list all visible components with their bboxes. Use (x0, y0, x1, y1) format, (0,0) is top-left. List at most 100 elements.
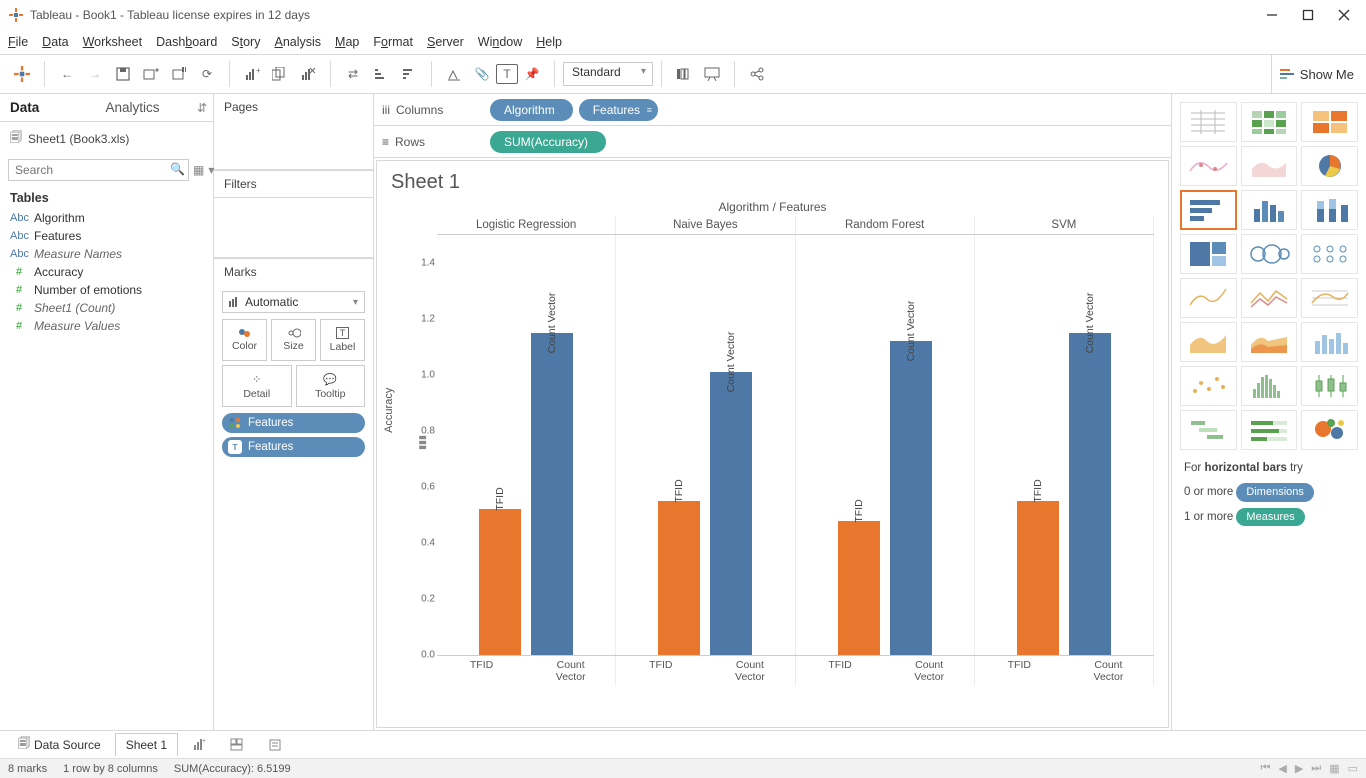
viz-type-17[interactable] (1301, 322, 1358, 362)
new-worksheet-button[interactable]: + (238, 60, 266, 88)
refresh-button[interactable]: ⟳ (193, 60, 221, 88)
viz-type-14[interactable] (1301, 278, 1358, 318)
pause-updates-button[interactable] (165, 60, 193, 88)
minimize-button[interactable] (1266, 9, 1278, 21)
tab-data[interactable]: Data (0, 94, 96, 121)
bar-logistic-regression-count-vector[interactable]: Count Vector (531, 333, 573, 655)
bar-logistic-regression-tfid[interactable]: TFID (479, 509, 521, 655)
swap-button[interactable]: ⇄ (339, 60, 367, 88)
menu-server[interactable]: Server (427, 35, 464, 49)
menu-data[interactable]: Data (42, 35, 68, 49)
filmstrip-icon[interactable]: ▭ (1348, 762, 1358, 775)
menu-help[interactable]: Help (536, 35, 562, 49)
new-worksheet-tab[interactable]: + (182, 734, 216, 756)
menu-map[interactable]: Map (335, 35, 359, 49)
menu-dashboard[interactable]: Dashboard (156, 35, 217, 49)
bar-svm-count-vector[interactable]: Count Vector (1069, 333, 1111, 655)
tableau-logo-button[interactable] (8, 60, 36, 88)
column-header[interactable]: SVM (975, 216, 1154, 234)
bar-naive-bayes-tfid[interactable]: TFID (658, 501, 700, 655)
show-cards-button[interactable] (670, 60, 698, 88)
x-tick[interactable]: CountVector (705, 656, 794, 686)
field-number-of-emotions[interactable]: #Number of emotions (6, 281, 207, 299)
redo-button[interactable]: → (81, 60, 109, 88)
viz-type-0[interactable] (1180, 102, 1237, 142)
x-tick[interactable]: TFID (796, 656, 885, 686)
column-header[interactable]: Random Forest (796, 216, 975, 234)
new-story-tab[interactable] (258, 734, 292, 756)
columns-shelf[interactable]: iiiColumns AlgorithmFeatures≡ (374, 94, 1171, 126)
new-datasource-button[interactable] (137, 60, 165, 88)
share-button[interactable] (743, 60, 771, 88)
menu-story[interactable]: Story (231, 35, 260, 49)
pages-shelf[interactable] (214, 120, 373, 170)
viz-type-21[interactable] (1180, 410, 1237, 450)
viz-type-11[interactable] (1301, 234, 1358, 274)
marks-type-select[interactable]: Automatic (222, 291, 365, 313)
menu-window[interactable]: Window (478, 35, 522, 49)
menu-worksheet[interactable]: Worksheet (83, 35, 143, 49)
save-button[interactable] (109, 60, 137, 88)
pill-features[interactable]: Features≡ (579, 99, 658, 121)
viz-type-20[interactable] (1301, 366, 1358, 406)
menu-format[interactable]: Format (373, 35, 413, 49)
sort-asc-button[interactable] (367, 60, 395, 88)
pin-button[interactable]: 📌 (518, 60, 546, 88)
label-button[interactable]: T (496, 64, 518, 84)
viz-type-7[interactable] (1241, 190, 1298, 230)
viz-type-15[interactable] (1180, 322, 1237, 362)
x-tick[interactable]: TFID (616, 656, 705, 686)
viz-type-10[interactable] (1241, 234, 1298, 274)
x-tick[interactable]: CountVector (526, 656, 615, 686)
pill-sum-accuracy-[interactable]: SUM(Accuracy) (490, 131, 606, 153)
viz-type-9[interactable] (1180, 234, 1237, 274)
column-header[interactable]: Logistic Regression (437, 216, 616, 234)
viz-type-18[interactable] (1180, 366, 1237, 406)
chart-plot-area[interactable]: TFIDCount VectorTFIDCount VectorTFIDCoun… (437, 235, 1154, 655)
bar-random-forest-count-vector[interactable]: Count Vector (890, 341, 932, 655)
marks-pill-features-label[interactable]: T Features (222, 437, 365, 457)
clear-button[interactable] (294, 60, 322, 88)
field-accuracy[interactable]: #Accuracy (6, 263, 207, 281)
close-button[interactable] (1338, 9, 1350, 21)
grid-view-icon[interactable]: ▦ (1329, 762, 1339, 775)
maximize-button[interactable] (1302, 9, 1314, 21)
viz-type-5[interactable] (1301, 146, 1358, 186)
group-button[interactable]: 📎 (468, 60, 496, 88)
menu-analysis[interactable]: Analysis (274, 35, 321, 49)
viz-type-4[interactable] (1241, 146, 1298, 186)
x-tick[interactable]: TFID (437, 656, 526, 686)
viz-type-3[interactable] (1180, 146, 1237, 186)
marks-detail-button[interactable]: ⁘Detail (222, 365, 292, 407)
datasource-row[interactable]: 🗐 Sheet1 (Book3.xls) (0, 122, 213, 155)
fit-select[interactable]: Standard (563, 62, 653, 86)
x-tick[interactable]: CountVector (885, 656, 974, 686)
viz-type-13[interactable] (1241, 278, 1298, 318)
field-measure-values[interactable]: #Measure Values (6, 317, 207, 335)
nav-last-icon[interactable]: ⏭ (1311, 762, 1321, 775)
rows-shelf[interactable]: ≡Rows SUM(Accuracy) (374, 126, 1171, 158)
tab-analytics[interactable]: Analytics (96, 94, 192, 121)
x-tick[interactable]: TFID (975, 656, 1064, 686)
tab-dropdown[interactable]: ⇵ (191, 94, 213, 121)
field-sheet1-count-[interactable]: #Sheet1 (Count) (6, 299, 207, 317)
nav-first-icon[interactable]: ⏮ (1260, 762, 1270, 775)
viz-type-6[interactable] (1180, 190, 1237, 230)
viz-type-12[interactable] (1180, 278, 1237, 318)
sheet-title[interactable]: Sheet 1 (391, 171, 1154, 194)
viz-type-22[interactable] (1241, 410, 1298, 450)
viz-type-1[interactable] (1241, 102, 1298, 142)
bar-svm-tfid[interactable]: TFID (1017, 501, 1059, 655)
marks-color-button[interactable]: Color (222, 319, 267, 361)
column-header[interactable]: Naive Bayes (616, 216, 795, 234)
nav-prev-icon[interactable]: ◀ (1278, 762, 1286, 775)
marks-tooltip-button[interactable]: 💬Tooltip (296, 365, 366, 407)
bar-naive-bayes-count-vector[interactable]: Count Vector (710, 372, 752, 655)
search-input[interactable] (8, 159, 189, 181)
viz-type-23[interactable] (1301, 410, 1358, 450)
duplicate-button[interactable] (266, 60, 294, 88)
marks-size-button[interactable]: Size (271, 319, 316, 361)
presentation-button[interactable] (698, 60, 726, 88)
marks-label-button[interactable]: TLabel (320, 319, 365, 361)
undo-button[interactable]: ← (53, 60, 81, 88)
